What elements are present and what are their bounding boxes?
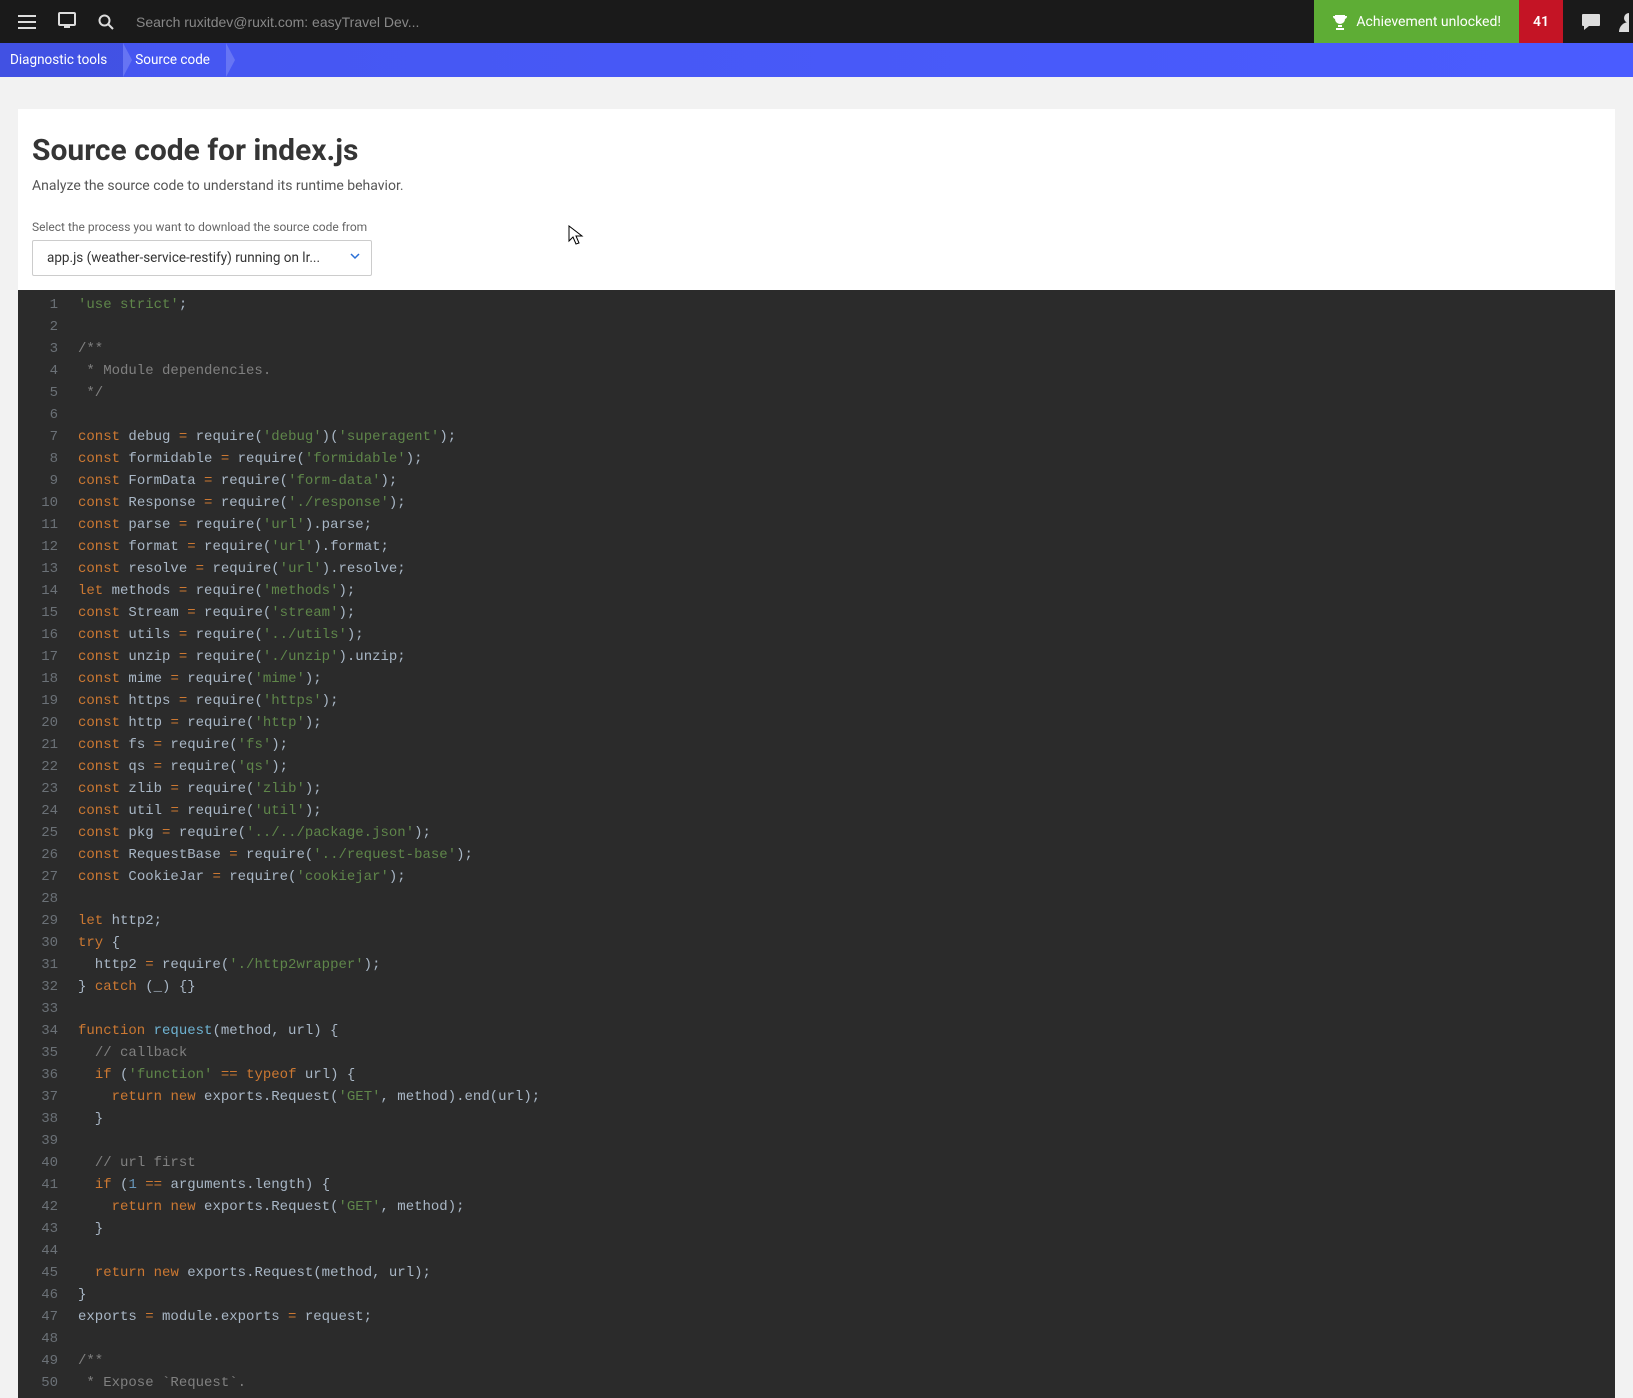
achievement-label: Achievement unlocked! bbox=[1356, 14, 1501, 30]
breadcrumb-item-source-code[interactable]: Source code bbox=[123, 43, 226, 77]
page-title: Source code for index.js bbox=[32, 133, 1601, 168]
page: Source code for index.js Analyze the sou… bbox=[18, 109, 1615, 1398]
chat-icon[interactable] bbox=[1563, 0, 1619, 43]
topbar-left bbox=[0, 12, 536, 32]
breadcrumb: Diagnostic tools Source code bbox=[0, 43, 1633, 77]
page-subtitle: Analyze the source code to understand it… bbox=[32, 178, 1601, 194]
search-icon[interactable] bbox=[98, 14, 114, 30]
topbar: Achievement unlocked! 41 bbox=[0, 0, 1633, 43]
dashboard-icon[interactable] bbox=[58, 12, 76, 32]
process-select-value: app.js (weather-service-restify) running… bbox=[47, 250, 320, 266]
menu-icon[interactable] bbox=[18, 15, 36, 29]
code-lines: 'use strict'; /** * Module dependencies.… bbox=[72, 290, 540, 1398]
trophy-icon bbox=[1332, 14, 1348, 30]
user-menu[interactable] bbox=[1619, 0, 1633, 43]
chevron-down-icon bbox=[349, 250, 361, 266]
line-gutter: 1234567891011121314151617181920212223242… bbox=[18, 290, 72, 1398]
page-header: Source code for index.js Analyze the sou… bbox=[18, 133, 1615, 276]
notification-count[interactable]: 41 bbox=[1519, 0, 1563, 43]
search-input[interactable] bbox=[136, 14, 536, 30]
process-select-label: Select the process you want to download … bbox=[32, 220, 1601, 234]
code-viewer[interactable]: 1234567891011121314151617181920212223242… bbox=[18, 290, 1615, 1398]
achievement-banner[interactable]: Achievement unlocked! bbox=[1314, 0, 1519, 43]
process-select[interactable]: app.js (weather-service-restify) running… bbox=[32, 240, 372, 276]
topbar-right: Achievement unlocked! 41 bbox=[1314, 0, 1633, 43]
breadcrumb-item-diagnostic-tools[interactable]: Diagnostic tools bbox=[0, 43, 123, 77]
